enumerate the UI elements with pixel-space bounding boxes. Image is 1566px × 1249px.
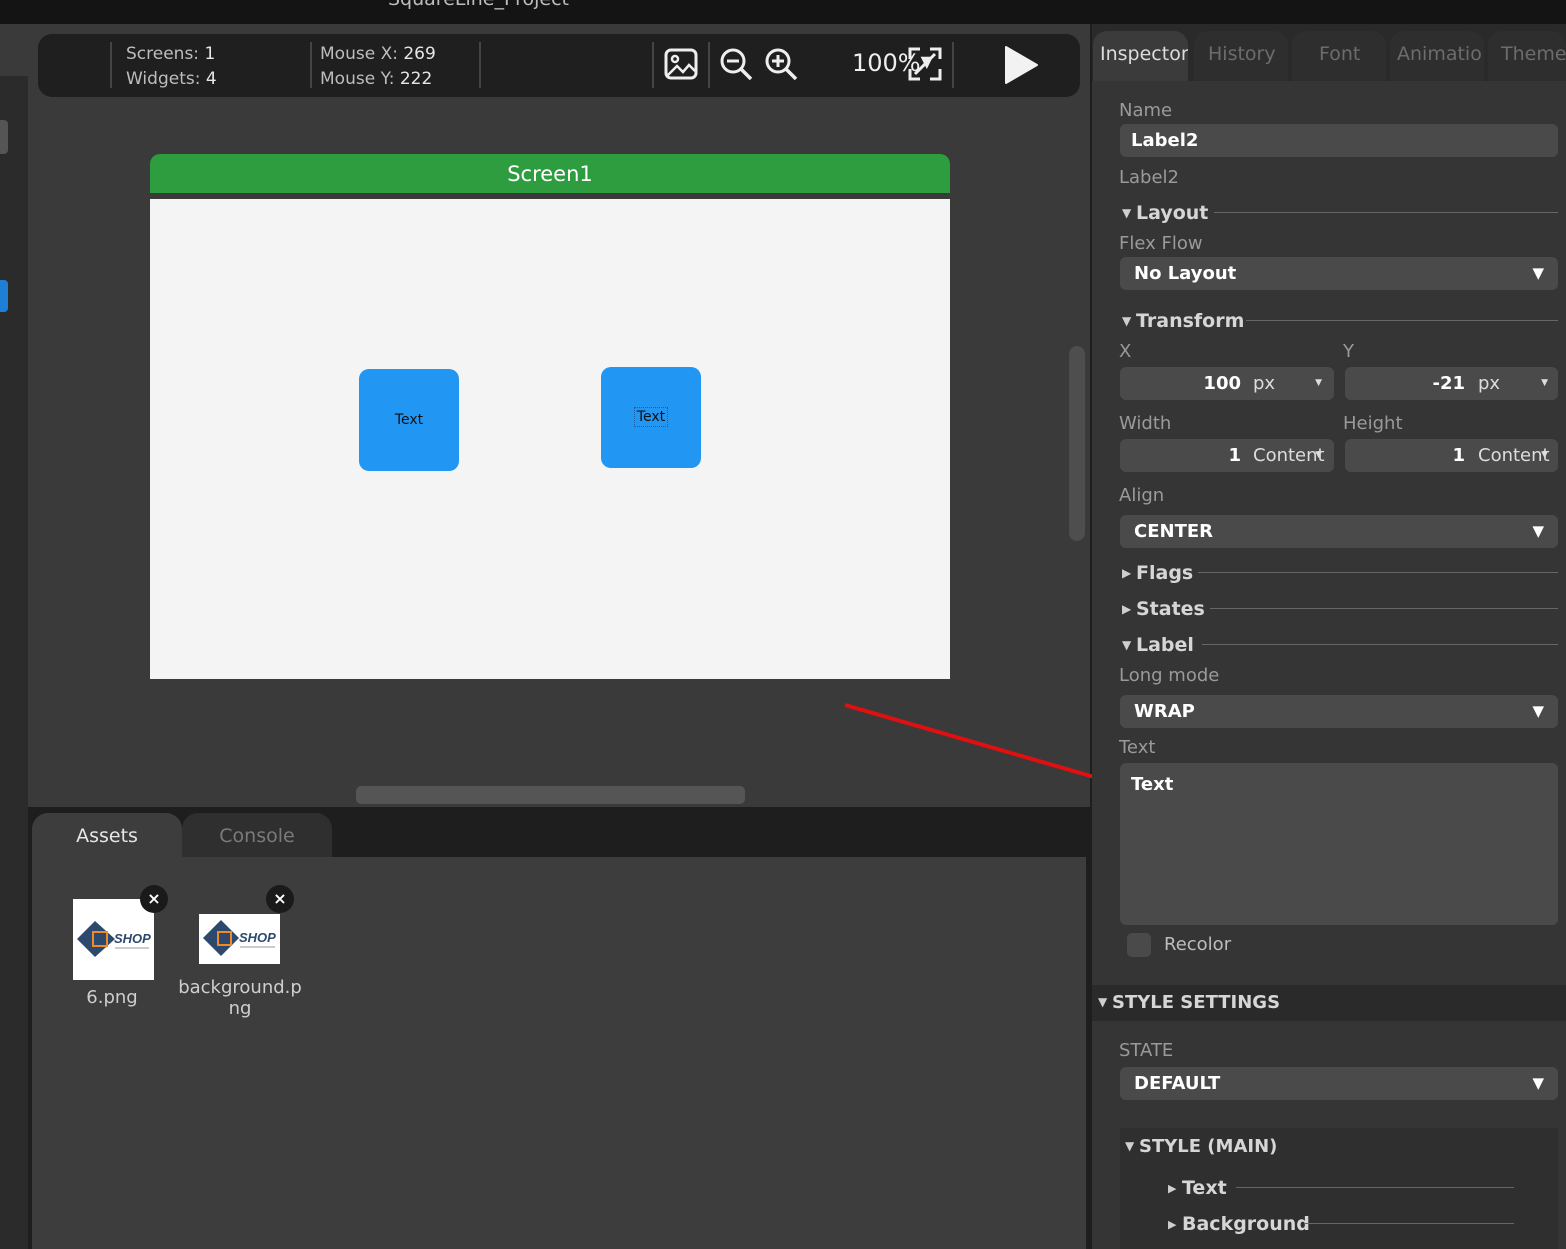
dropdown-arrow-icon: ▼	[1532, 522, 1544, 540]
fit-screen-icon[interactable]	[907, 46, 943, 82]
style-text-section[interactable]: ▶ Text	[1168, 1177, 1227, 1199]
state-select[interactable]: DEFAULT ▼	[1120, 1067, 1558, 1100]
widget-label-selected[interactable]: Text	[633, 407, 669, 427]
asset-name: background.p ng	[178, 977, 302, 1019]
tab-inspector[interactable]: Inspector	[1093, 31, 1188, 81]
layout-section-header[interactable]: ▼ Layout	[1122, 202, 1208, 224]
shop-logo-image: SHOP	[77, 921, 151, 957]
toolbar-separator	[652, 42, 654, 88]
x-input[interactable]: 100 px ▼	[1120, 367, 1334, 400]
tab-font[interactable]: Font	[1292, 31, 1386, 81]
window-title: SquareLine_Project	[388, 0, 569, 10]
left-panel-strip	[0, 24, 28, 1249]
zoom-out-icon[interactable]	[718, 46, 754, 82]
style-main-header[interactable]: ▼ STYLE (MAIN)	[1125, 1136, 1277, 1157]
tab-assets[interactable]: Assets	[32, 813, 182, 858]
recolor-label: Recolor	[1164, 934, 1232, 955]
screen-title-bar[interactable]: Screen1	[150, 154, 950, 193]
tab-console[interactable]: Console	[182, 813, 332, 858]
section-divider	[1202, 644, 1558, 645]
play-icon[interactable]	[1002, 45, 1040, 85]
name-input[interactable]: Label2	[1120, 124, 1558, 157]
dropdown-arrow-icon: ▼	[1532, 702, 1544, 720]
widget-button-selected[interactable]: Text	[601, 367, 701, 468]
section-divider	[1246, 320, 1558, 321]
toolbar-separator	[708, 42, 710, 88]
label-section-header[interactable]: ▼ Label	[1122, 634, 1194, 656]
long-mode-select[interactable]: WRAP ▼	[1120, 695, 1558, 728]
y-input[interactable]: -21 px ▼	[1345, 367, 1558, 400]
states-section-header[interactable]: ▶ States	[1122, 598, 1205, 620]
tab-history[interactable]: History	[1194, 31, 1288, 81]
name-label: Name	[1119, 100, 1173, 121]
left-panel-selected-tab[interactable]	[0, 280, 8, 312]
state-label: STATE	[1119, 1040, 1174, 1061]
text-textarea[interactable]: Text	[1120, 763, 1558, 925]
width-input[interactable]: 1 Content ▼	[1120, 439, 1334, 472]
mouse-y-readout: Mouse Y: 222	[320, 69, 433, 89]
dropdown-arrow-icon: ▼	[1532, 1074, 1544, 1092]
left-panel-tab[interactable]	[0, 120, 8, 154]
height-label: Height	[1343, 413, 1403, 434]
widget-label[interactable]: Text	[395, 412, 423, 428]
section-divider	[1304, 1223, 1514, 1224]
flex-flow-select[interactable]: No Layout ▼	[1120, 257, 1558, 290]
horizontal-scrollbar[interactable]	[356, 786, 745, 804]
section-divider	[1210, 608, 1558, 609]
y-label: Y	[1343, 341, 1354, 362]
section-divider	[1198, 572, 1558, 573]
toolbar-separator	[952, 42, 954, 88]
long-mode-label: Long mode	[1119, 665, 1220, 686]
toolbar-separator	[479, 42, 481, 88]
screens-count: Screens: 1	[126, 44, 216, 64]
align-select[interactable]: CENTER ▼	[1120, 515, 1558, 548]
remove-asset-button[interactable]: ×	[140, 885, 168, 913]
section-divider	[1214, 212, 1558, 213]
toolbar-separator	[110, 42, 112, 88]
zoom-in-icon[interactable]	[763, 46, 799, 82]
style-background-section[interactable]: ▶ Background	[1168, 1213, 1310, 1235]
width-label: Width	[1119, 413, 1172, 434]
transform-section-header[interactable]: ▼ Transform	[1122, 310, 1244, 332]
recolor-checkbox[interactable]	[1127, 933, 1151, 957]
svg-text:SHOP: SHOP	[239, 930, 276, 945]
toolbar-separator	[310, 42, 312, 88]
canvas-toolbar: Screens: 1 Widgets: 4 Mouse X: 269 Mouse…	[38, 34, 1080, 97]
asset-thumbnail[interactable]: SHOP	[199, 914, 280, 964]
text-label: Text	[1119, 737, 1156, 758]
asset-name: 6.png	[86, 987, 138, 1008]
tab-animation[interactable]: Animatio	[1390, 31, 1484, 81]
mouse-x-readout: Mouse X: 269	[320, 44, 436, 64]
left-panel-header	[0, 24, 28, 76]
widget-button[interactable]: Text	[359, 369, 459, 471]
tab-theme[interactable]: Theme	[1488, 31, 1566, 81]
asset-thumbnail[interactable]: SHOP	[73, 899, 154, 980]
style-settings-header[interactable]: ▼ STYLE SETTINGS	[1098, 991, 1280, 1013]
shop-logo-image: SHOP	[203, 920, 276, 956]
title-bar: SquareLine_Project	[0, 0, 1566, 24]
svg-text:SHOP: SHOP	[114, 931, 151, 946]
height-input[interactable]: 1 Content ▼	[1345, 439, 1558, 472]
section-divider	[1236, 1187, 1514, 1188]
screen-title: Screen1	[507, 162, 593, 186]
image-icon[interactable]	[663, 46, 699, 82]
align-label: Align	[1119, 485, 1165, 506]
annotation-arrow	[844, 703, 1125, 790]
remove-asset-button[interactable]: ×	[266, 885, 294, 913]
widgets-count: Widgets: 4	[126, 69, 217, 89]
vertical-scrollbar[interactable]	[1069, 346, 1085, 541]
flex-flow-label: Flex Flow	[1119, 233, 1203, 254]
screen-canvas[interactable]: Text Text	[150, 199, 950, 679]
x-label: X	[1119, 341, 1132, 362]
widget-type-label: Label2	[1119, 167, 1180, 188]
assets-panel	[32, 857, 1086, 1249]
dropdown-arrow-icon: ▼	[1532, 264, 1544, 282]
flags-section-header[interactable]: ▶ Flags	[1122, 562, 1193, 584]
